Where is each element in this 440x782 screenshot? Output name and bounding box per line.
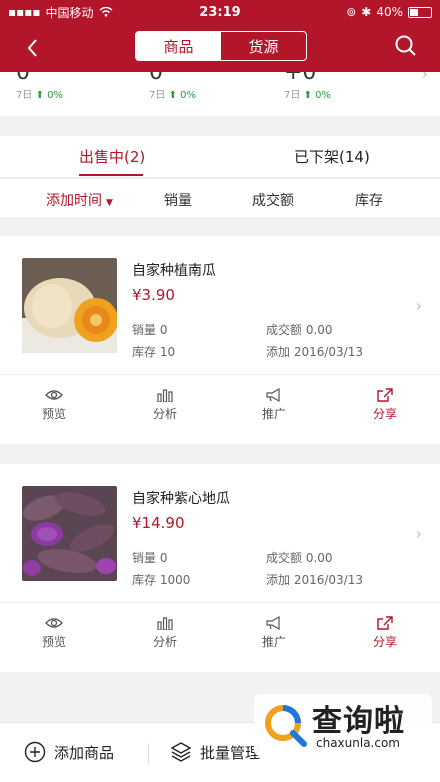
stat-change: 0% — [47, 90, 64, 101]
chevron-right-icon[interactable]: › — [416, 524, 422, 543]
sort-by-sales[interactable]: 销量 — [164, 190, 192, 210]
product-card[interactable]: 自家种紫心地瓜 ¥14.90 销量 0 成交额 0.00 库存 1000 添加 … — [0, 464, 440, 672]
tab-sources[interactable]: 货源 — [221, 32, 306, 60]
stat-value: +0 — [284, 72, 317, 85]
status-bar: ▪▪▪▪ 中国移动 23:19 ⊚ ✱ 40% — [0, 0, 440, 24]
pumpkin-image — [22, 258, 117, 353]
product-price: ¥14.90 — [132, 514, 185, 532]
sort-by-revenue[interactable]: 成交额 — [252, 190, 294, 210]
stats-panel: 0 7日 ⬆ 0% 0 7日 ⬆ 0% +0 7日 ⬆ 0% › — [0, 72, 440, 116]
share-button[interactable]: 分享 — [355, 616, 415, 650]
product-stock: 库存 1000 — [132, 573, 191, 587]
watermark-text: 查询啦 — [312, 704, 405, 739]
share-label: 分享 — [372, 407, 397, 421]
up-arrow-icon: ⬆ — [35, 90, 44, 101]
product-revenue: 成交额 0.00 — [266, 551, 333, 565]
product-added-date: 添加 2016/03/13 — [266, 345, 363, 359]
up-arrow-icon: ⬆ — [303, 90, 312, 101]
lock-rotation-icon: ⊚ — [346, 5, 357, 19]
chevron-right-icon[interactable]: › — [416, 296, 422, 315]
clock: 23:19 — [199, 4, 241, 20]
batch-manage-button[interactable]: 批量管理 — [170, 741, 260, 763]
wifi-icon — [99, 7, 113, 17]
search-icon[interactable] — [392, 32, 420, 60]
promote-button[interactable]: 推广 — [244, 616, 304, 650]
tab-selling[interactable]: 出售中(2) — [79, 146, 145, 167]
sort-bar: 添加时间 ▼ 销量 成交额 库存 — [0, 179, 440, 219]
stat-value: 0 — [16, 72, 30, 85]
nav-bar: 商品 货源 — [0, 24, 440, 72]
sort-label: 添加时间 — [46, 193, 102, 209]
product-added-date: 添加 2016/03/13 — [266, 573, 363, 587]
plus-circle-icon — [24, 741, 46, 763]
signal-icon: ▪▪▪▪ — [8, 5, 41, 19]
watermark: 查询啦 chaxunla.com — [254, 694, 432, 756]
promote-label: 推广 — [261, 635, 286, 649]
listing-tabs: 出售中(2) 已下架(14) — [0, 136, 440, 178]
layers-icon — [170, 742, 192, 762]
add-product-label: 添加商品 — [54, 743, 115, 762]
sort-by-stock[interactable]: 库存 — [355, 190, 383, 210]
product-stock: 库存 10 — [132, 345, 176, 359]
sweet-potato-image — [22, 486, 117, 581]
divider — [148, 743, 149, 765]
product-sales: 销量 0 — [132, 551, 168, 565]
header: ▪▪▪▪ 中国移动 23:19 ⊚ ✱ 40% 商品 货源 — [0, 0, 440, 72]
chevron-right-icon[interactable]: › — [422, 72, 428, 83]
stat-period: 7日 — [149, 90, 166, 101]
batch-manage-label: 批量管理 — [200, 743, 261, 762]
promote-label: 推广 — [261, 407, 286, 421]
stat-change: 0% — [315, 90, 332, 101]
add-product-button[interactable]: 添加商品 — [24, 741, 114, 763]
preview-button[interactable]: 预览 — [24, 388, 84, 422]
megaphone-icon — [266, 388, 280, 402]
product-sales: 销量 0 — [132, 323, 168, 337]
divider — [0, 374, 440, 375]
stat-item: +0 7日 ⬆ 0% — [284, 72, 414, 116]
analyze-button[interactable]: 分析 — [135, 388, 195, 422]
eye-icon — [45, 390, 63, 400]
megaphone-icon — [266, 616, 280, 630]
eye-icon — [45, 618, 63, 628]
segmented-control: 商品 货源 — [135, 31, 307, 61]
carrier-label: 中国移动 — [45, 5, 94, 20]
battery-label: 40% — [376, 5, 403, 19]
analyze-label: 分析 — [152, 407, 177, 421]
share-label: 分享 — [372, 635, 397, 649]
magnifier-logo-icon — [265, 705, 307, 747]
divider — [0, 602, 440, 603]
sort-by-added-time[interactable]: 添加时间 ▼ — [46, 190, 113, 210]
preview-label: 预览 — [41, 407, 66, 421]
active-tab-indicator — [79, 174, 143, 176]
bar-chart-icon — [157, 617, 173, 630]
sort-down-icon: ▼ — [106, 198, 113, 208]
promote-button[interactable]: 推广 — [244, 388, 304, 422]
product-revenue: 成交额 0.00 — [266, 323, 333, 337]
tab-offline[interactable]: 已下架(14) — [294, 146, 370, 167]
watermark-url: chaxunla.com — [316, 736, 400, 750]
tab-goods[interactable]: 商品 — [136, 32, 221, 60]
analyze-button[interactable]: 分析 — [135, 616, 195, 650]
bar-chart-icon — [157, 389, 173, 402]
product-price: ¥3.90 — [132, 286, 175, 304]
preview-label: 预览 — [41, 635, 66, 649]
share-button[interactable]: 分享 — [355, 388, 415, 422]
preview-button[interactable]: 预览 — [24, 616, 84, 650]
up-arrow-icon: ⬆ — [168, 90, 177, 101]
share-icon — [377, 616, 393, 630]
back-icon[interactable] — [20, 34, 48, 62]
stat-item: 0 7日 ⬆ 0% — [16, 72, 146, 116]
product-name: 自家种植南瓜 — [132, 263, 216, 279]
share-icon — [377, 388, 393, 402]
product-card[interactable]: 自家种植南瓜 ¥3.90 销量 0 成交额 0.00 库存 10 添加 2016… — [0, 236, 440, 444]
analyze-label: 分析 — [152, 635, 177, 649]
stat-value: 0 — [149, 72, 163, 85]
battery-icon — [408, 6, 432, 18]
product-name: 自家种紫心地瓜 — [132, 491, 230, 507]
stat-period: 7日 — [284, 90, 301, 101]
stat-period: 7日 — [16, 90, 33, 101]
bluetooth-icon: ✱ — [361, 5, 372, 19]
stat-change: 0% — [180, 90, 197, 101]
stat-item: 0 7日 ⬆ 0% — [149, 72, 279, 116]
